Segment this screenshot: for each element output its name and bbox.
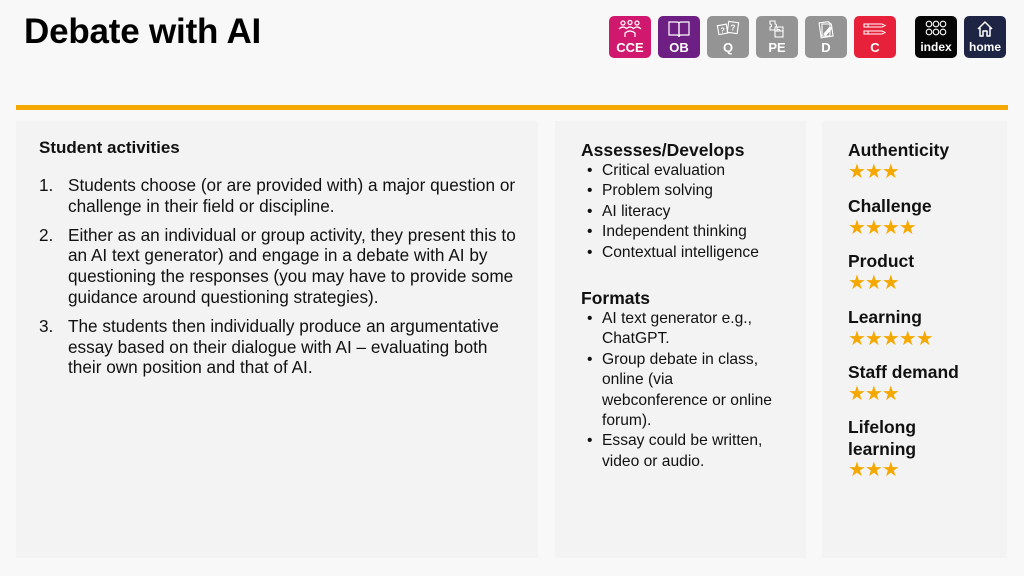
activity-text: Students choose (or are provided with) a… [68, 175, 516, 216]
activity-item: 3. The students then individually produc… [39, 316, 519, 378]
rating-challenge: Challenge ★★★★ [848, 196, 998, 238]
nav-label: D [821, 40, 831, 55]
student-activities-panel: Student activities 1. Students choose (o… [16, 121, 538, 558]
star-rating: ★★★ [848, 271, 900, 294]
star-rating: ★★★ [848, 160, 900, 183]
rating-label: Learning [848, 307, 922, 327]
star-rating: ★★★ [848, 382, 900, 405]
activity-item: 2. Either as an individual or group acti… [39, 225, 519, 308]
people-group-icon [618, 19, 642, 37]
ratings-panel: Authenticity ★★★ Challenge ★★★★ Product … [822, 121, 1007, 558]
activity-text: Either as an individual or group activit… [68, 224, 516, 307]
svg-text:?: ? [721, 28, 725, 35]
list-item: • Critical evaluation [587, 162, 726, 179]
rating-label: Authenticity [848, 140, 950, 160]
rating-lifelong-learning: Lifelong learning ★★★ [848, 417, 948, 480]
list-item-text: AI text generator e.g., ChatGPT. [602, 310, 752, 348]
activities-heading: Student activities [39, 138, 180, 157]
star-rating: ★★★ [848, 459, 900, 481]
list-item-text: Independent thinking [602, 223, 747, 241]
nav-q-button[interactable]: ? ? Q [707, 16, 749, 58]
nav-label: CCE [616, 40, 644, 55]
formats-list: • AI text generator e.g., ChatGPT. • Group… [581, 309, 781, 472]
puzzle-icon [769, 20, 784, 38]
nav-label: home [968, 40, 1001, 54]
list-item-text: Problem solving [602, 182, 713, 200]
list-item-text: Critical evaluation [602, 162, 726, 179]
document-pencil-icon [818, 21, 834, 39]
assesses-list: • Critical evaluation • Problem solving • A… [581, 161, 801, 263]
rating-product: Product ★★★ [848, 251, 998, 293]
list-item: • AI text generator e.g., ChatGPT. [587, 310, 752, 348]
list-item-text: Contextual intelligence [602, 243, 759, 261]
grid-circles-icon [925, 20, 947, 36]
formats-heading: Formats [581, 288, 651, 308]
nav-pe-button[interactable]: PE [756, 16, 798, 58]
nav-index-button[interactable]: index [915, 16, 957, 58]
rating-learning: Learning ★★★★★ [848, 307, 998, 349]
list-item: • Group debate in class, online (via webc… [587, 350, 772, 430]
list-item: • AI literacy [587, 202, 671, 220]
rating-staff-demand: Staff demand ★★★ [848, 362, 998, 404]
activity-number: 2. [39, 224, 54, 245]
rating-label: Product [848, 251, 915, 271]
nav-label: index [920, 40, 952, 54]
nav-label: OB [669, 40, 689, 55]
activity-number: 1. [39, 175, 54, 195]
question-cards-icon: ? ? [716, 20, 740, 36]
rating-authenticity: Authenticity ★★★ [848, 140, 998, 182]
activities-list: 1. Students choose (or are provided with… [39, 175, 519, 386]
list-item: • Problem solving [587, 182, 713, 200]
activity-number: 3. [39, 315, 54, 336]
list-item-text: Group debate in class, online (via webco… [602, 350, 772, 430]
svg-text:?: ? [731, 24, 736, 33]
nav-cce-button[interactable]: CCE [609, 16, 651, 58]
list-item-text: AI literacy [602, 202, 671, 220]
activity-text: The students then individually produce a… [68, 315, 499, 378]
assesses-section: Assesses/Develops • Critical evaluation •… [581, 139, 801, 263]
house-icon [977, 21, 993, 37]
assesses-heading: Assesses/Develops [581, 140, 745, 160]
nav-label: PE [768, 40, 786, 55]
star-rating: ★★★★ [848, 216, 917, 239]
nav-home-button[interactable]: home [964, 16, 1006, 58]
list-item-text: Essay could be written, video or audio. [602, 432, 763, 470]
activity-item: 1. Students choose (or are provided with… [39, 175, 519, 217]
nav-ob-button[interactable]: OB [658, 16, 700, 58]
list-item: • Independent thinking [587, 223, 747, 241]
nav-bar: CCE OB ? ? Q PE D C index home [0, 16, 1024, 58]
rating-label: Lifelong learning [848, 417, 917, 459]
formats-section: Formats • AI text generator e.g., ChatGPT… [581, 287, 781, 472]
assesses-formats-panel: Assesses/Develops • Critical evaluation •… [555, 121, 806, 558]
accent-divider [16, 105, 1008, 110]
list-item: • Contextual intelligence [587, 243, 759, 261]
list-item: • Essay could be written, video or audio. [587, 432, 763, 470]
rating-label: Challenge [848, 196, 932, 216]
nav-label: Q [722, 40, 734, 55]
nav-d-button[interactable]: D [805, 16, 847, 58]
rating-label: Staff demand [848, 362, 959, 382]
nav-label: C [870, 40, 880, 55]
star-rating: ★★★★★ [848, 327, 934, 350]
open-book-icon [668, 21, 690, 38]
pens-icon [863, 23, 887, 35]
nav-c-button[interactable]: C [854, 16, 896, 58]
